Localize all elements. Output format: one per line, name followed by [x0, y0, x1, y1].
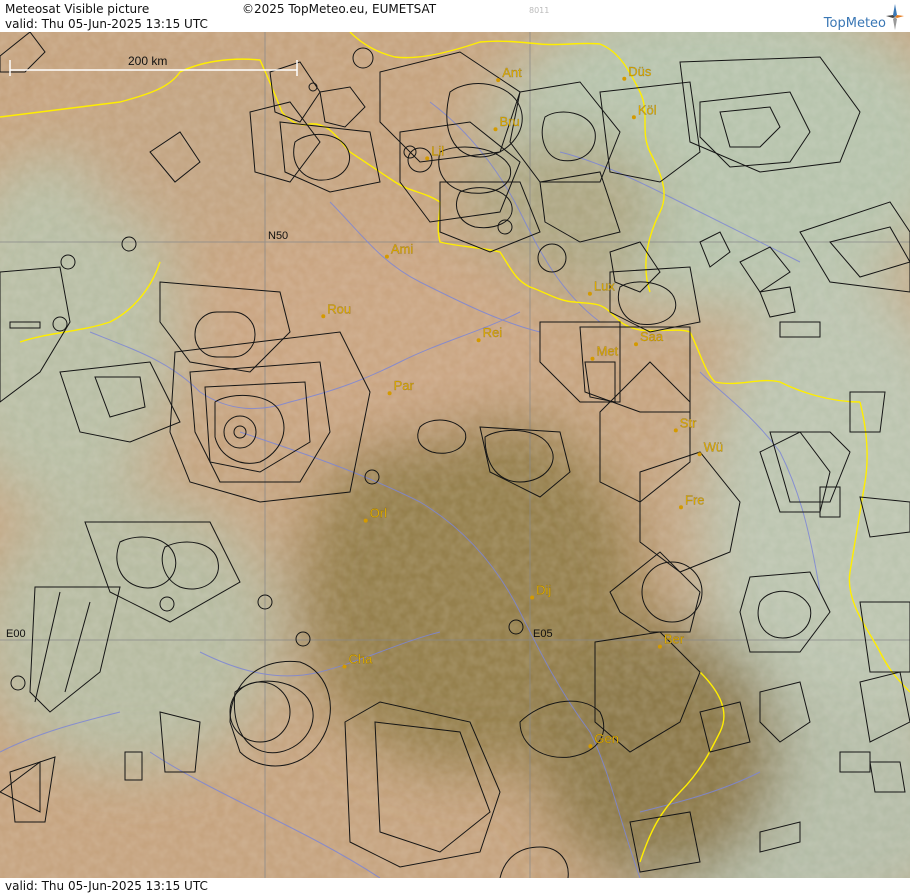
- city-label: Rou: [327, 301, 351, 316]
- satellite-map[interactable]: N50 E00 E05 200 km Ant DüsKölBruLilAmiLu…: [0, 32, 910, 878]
- city-label: Ber: [664, 632, 685, 647]
- satellite-viewer: { "header": { "title": "Meteosat Visible…: [0, 0, 910, 893]
- satellite-imagery: [0, 32, 910, 878]
- city-label: Ant: [502, 65, 522, 80]
- city-label: Lux: [594, 279, 615, 294]
- city-marker[interactable]: [493, 127, 498, 132]
- city-label: Rei: [483, 325, 503, 340]
- city-marker[interactable]: [587, 291, 592, 296]
- city-label: Düs: [628, 64, 652, 79]
- city-label: Wü: [704, 439, 724, 454]
- city-marker[interactable]: [673, 428, 678, 433]
- city-marker[interactable]: [697, 452, 702, 457]
- header-bar: Meteosat Visible picture valid: Thu 05-J…: [0, 0, 910, 32]
- city-marker[interactable]: [679, 505, 683, 510]
- compass-star-icon: [886, 4, 904, 30]
- city-label: Ami: [391, 242, 414, 257]
- city-marker[interactable]: [425, 156, 430, 161]
- footer-bar: valid: Thu 05-Jun-2025 13:15 UTC: [0, 878, 910, 893]
- scale-label: 200 km: [128, 54, 167, 68]
- city-label: Dij: [536, 583, 551, 598]
- city-marker[interactable]: [590, 356, 595, 361]
- grid-label-e00: E00: [6, 628, 26, 640]
- city-label: Köl: [638, 102, 657, 117]
- city-marker[interactable]: [384, 254, 389, 259]
- product-code: 8011: [529, 6, 550, 15]
- city-marker[interactable]: [657, 644, 662, 649]
- grid-label-e05: E05: [533, 628, 553, 640]
- city-label: Fre: [685, 492, 705, 507]
- city-label: Orl: [370, 506, 387, 521]
- valid-time: valid: Thu 05-Jun-2025 13:15 UTC: [5, 17, 208, 31]
- city-label: Saa: [640, 329, 664, 344]
- city-marker[interactable]: [622, 76, 627, 81]
- product-title: Meteosat Visible picture: [5, 2, 150, 16]
- city-label: Bru: [500, 114, 520, 129]
- city-marker[interactable]: [476, 338, 481, 343]
- city-label: Met: [597, 344, 619, 359]
- city-marker[interactable]: [530, 595, 535, 600]
- city-marker[interactable]: [363, 518, 368, 523]
- copyright-text: ©2025 TopMeteo.eu, EUMETSAT: [242, 2, 437, 16]
- city-label: Par: [394, 378, 415, 393]
- city-label: Lil: [431, 143, 444, 158]
- city-label: Str: [680, 415, 697, 430]
- city-label: Cha: [349, 652, 374, 667]
- grid-label-n50: N50: [268, 230, 288, 242]
- city-label: Gen: [594, 731, 619, 746]
- city-marker[interactable]: [342, 664, 347, 669]
- city-marker[interactable]: [631, 115, 636, 120]
- brand-name[interactable]: TopMeteo: [824, 16, 886, 31]
- city-marker[interactable]: [634, 342, 638, 347]
- footer-valid-time: valid: Thu 05-Jun-2025 13:15 UTC: [5, 879, 208, 893]
- city-marker[interactable]: [321, 314, 326, 319]
- city-marker[interactable]: [588, 744, 593, 749]
- city-marker[interactable]: [387, 391, 392, 396]
- city-marker[interactable]: [496, 78, 501, 83]
